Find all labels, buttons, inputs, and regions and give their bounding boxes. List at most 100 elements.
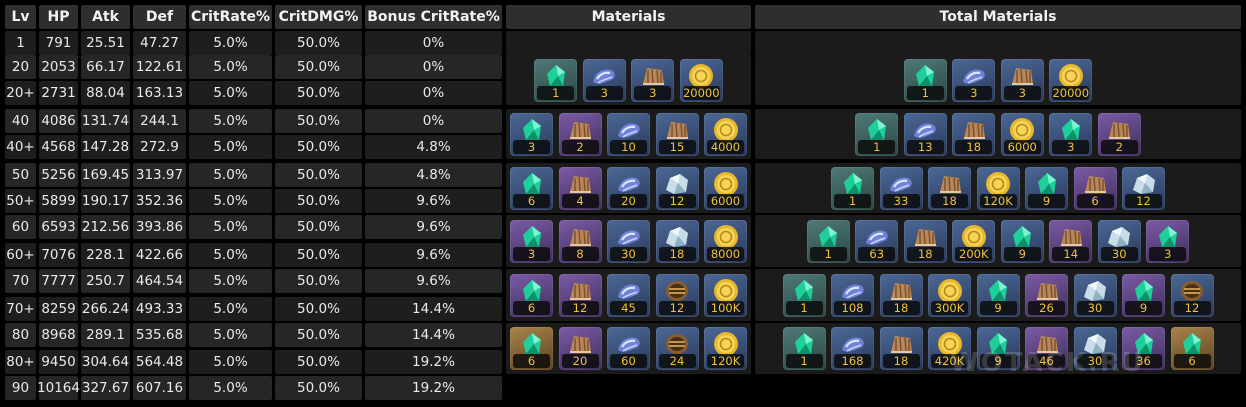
cell-lv: 20 [5,55,36,79]
cell-crit-rate: 5.0% [189,376,272,400]
material-count: 3 [1052,139,1090,154]
material-count: 36 [1125,354,1162,368]
material-item: 9 [1000,219,1044,263]
material-count: 63 [858,246,896,261]
material-item: 120K [976,166,1020,210]
material-item: 18 [879,327,923,370]
material-count: 6 [513,354,550,368]
material-count: 8 [561,246,599,261]
cell-def: 352.36 [133,189,186,213]
material-count: 24 [658,354,696,368]
material-item: 6 [510,327,553,370]
cell-crit-rate: 5.0% [189,243,272,267]
material-count: 6 [1173,354,1211,368]
material-item: 18 [879,273,923,317]
cell-crit-rate: 5.0% [189,189,272,213]
material-count: 1 [809,246,847,261]
cell-atk: 250.7 [81,269,130,293]
cell-def: 122.61 [133,55,186,79]
material-count: 3 [1003,85,1041,100]
material-item: 26 [1025,273,1068,317]
material-item: 3 [1000,58,1044,102]
cell-crit-dmg: 50.0% [275,376,362,400]
cell-def: 47.27 [133,31,186,55]
material-count: 12 [561,300,599,315]
material-item: 6000 [1000,112,1044,156]
cell-atk: 88.04 [81,81,130,105]
cell-crit-dmg: 50.0% [275,109,362,133]
material-item: 168 [831,327,874,370]
material-count: 3 [513,139,550,154]
material-item: 36 [1122,327,1165,370]
cell-crit-rate: 5.0% [189,135,272,159]
cell-lv: 70+ [5,297,36,321]
material-item: 45 [607,273,650,317]
material-item: 8 [558,219,602,263]
total-materials-cell [755,55,1241,105]
total-materials-cell [755,109,1241,159]
cell-crit-dmg: 50.0% [275,297,362,321]
material-count: 108 [834,300,871,315]
cell-bonus: 4.8% [365,135,502,159]
cell-atk: 25.51 [81,31,130,55]
cell-def: 244.1 [133,109,186,133]
material-item: 12 [655,166,699,210]
cell-bonus: 4.8% [365,163,502,187]
cell-hp: 4086 [39,109,78,133]
cell-crit-dmg: 50.0% [275,269,362,293]
cell-crit-dmg: 50.0% [275,189,362,213]
material-item: 12 [1170,273,1214,317]
cell-crit-rate: 5.0% [189,55,272,79]
material-item: 9 [976,327,1020,370]
material-item: 20000 [679,58,723,102]
material-count: 2 [561,139,599,154]
cell-def: 464.54 [133,269,186,293]
material-item: 9 [1025,166,1068,210]
material-count: 20 [561,354,599,368]
material-count: 18 [658,246,696,261]
cell-lv: 60 [5,215,36,239]
material-item: 10 [607,112,650,156]
material-count: 3 [634,85,672,100]
material-count: 1 [785,354,823,368]
cell-crit-dmg: 50.0% [275,215,362,239]
cell-atk: 304.64 [81,350,130,374]
material-count: 6 [1076,193,1114,208]
material-item: 108 [831,273,874,317]
total-materials-cell-empty [755,31,1241,55]
header-crit-rate: CritRate% [189,5,272,29]
cell-bonus: 9.6% [365,243,502,267]
material-count: 200K [955,246,993,261]
material-count: 30 [1100,246,1138,261]
material-count: 420K [931,354,968,368]
cell-lv: 90 [5,376,36,400]
cell-atk: 147.28 [81,135,130,159]
material-count: 33 [882,193,920,208]
cell-def: 163.13 [133,81,186,105]
material-count: 18 [955,139,993,154]
header-atk: Atk [81,5,130,29]
material-item: 1 [855,112,899,156]
cell-atk: 131.74 [81,109,130,133]
cell-hp: 6593 [39,215,78,239]
material-count: 15 [658,139,696,154]
cell-hp: 8968 [39,323,78,347]
cell-bonus: 0% [365,31,502,55]
material-count: 18 [931,193,968,208]
material-item: 6 [1170,327,1214,370]
cell-hp: 791 [39,31,78,55]
cell-lv: 80 [5,323,36,347]
material-item: 100K [704,273,747,317]
cell-hp: 9450 [39,350,78,374]
cell-bonus: 9.6% [365,269,502,293]
material-item: 13 [903,112,947,156]
cell-atk: 66.17 [81,55,130,79]
material-count: 18 [882,300,920,315]
material-count: 100K [707,300,744,315]
cell-def: 272.9 [133,135,186,159]
header-crit-dmg: CritDMG% [275,5,362,29]
cell-hp: 2731 [39,81,78,105]
cell-crit-dmg: 50.0% [275,55,362,79]
material-item: 2 [558,112,602,156]
material-count: 3 [585,85,623,100]
